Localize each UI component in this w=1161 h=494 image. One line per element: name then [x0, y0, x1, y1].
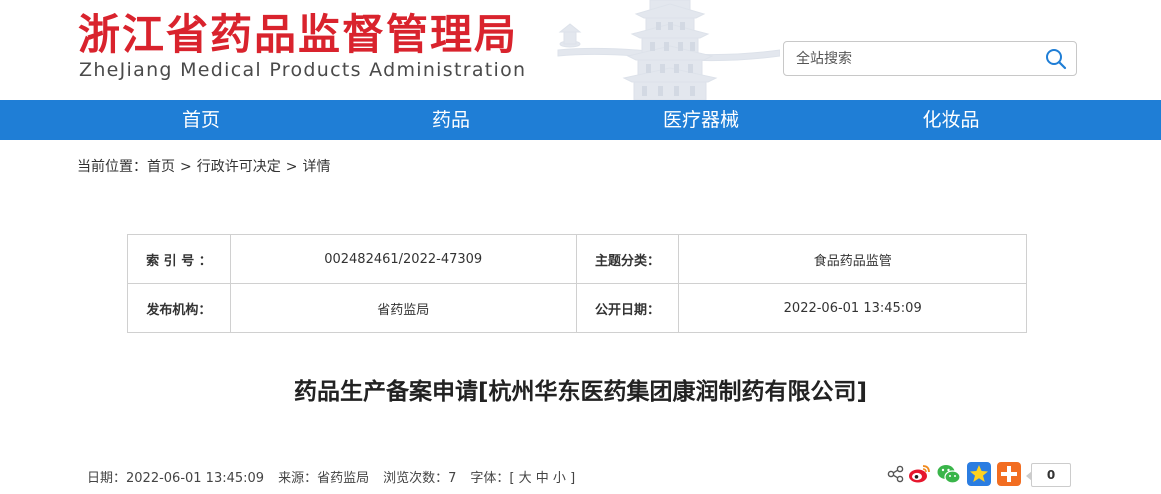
font-size-label-end: ]	[570, 471, 576, 486]
nav-item-drugs[interactable]: 药品	[371, 100, 531, 140]
search-icon[interactable]	[1044, 47, 1068, 71]
font-size-label: 字体：[	[470, 471, 515, 486]
index-number-label: 索 引 号 ：	[127, 234, 231, 284]
breadcrumb-license-link[interactable]: 行政许可决定	[197, 159, 281, 175]
breadcrumb-separator: >	[180, 159, 192, 175]
article-info-bar: 日期：2022-06-01 13:45:09 来源：省药监局 浏览次数：7 字体：[ …	[87, 467, 575, 486]
search-input[interactable]	[796, 49, 1036, 69]
article-title: 药品生产备案申请[杭州华东医药集团康润制药有限公司]	[293, 379, 868, 405]
wechat-icon[interactable]	[936, 461, 962, 487]
nav-item-medical-devices[interactable]: 医疗器械	[621, 100, 781, 140]
breadcrumb-home-link[interactable]: 首页	[147, 159, 175, 175]
topic-label: 主题分类：	[575, 234, 680, 284]
font-size-medium-link[interactable]: 中	[536, 471, 549, 486]
font-size-small-link[interactable]: 小	[553, 471, 566, 486]
qzone-icon[interactable]	[966, 461, 992, 487]
more-icon[interactable]	[996, 461, 1022, 487]
publish-date-label: 公开日期：	[575, 283, 680, 333]
site-header: 浙江省药品监督管理局 ZheJiang Medical Products Adm…	[0, 0, 1161, 100]
metadata-table: 索 引 号 ： 002482461/2022-47309 主题分类： 食品药品监…	[127, 234, 1027, 333]
weibo-icon[interactable]	[906, 461, 932, 487]
site-title-cn[interactable]: 浙江省药品监督管理局	[78, 8, 518, 62]
publisher-value: 省药监局	[229, 283, 577, 333]
article-date: 日期：2022-06-01 13:45:09	[87, 471, 265, 486]
publisher-label: 发布机构：	[127, 283, 231, 333]
topic-value: 食品药品监管	[678, 234, 1027, 284]
nav-item-cosmetics[interactable]: 化妆品	[871, 100, 1031, 140]
metadata-row: 索 引 号 ： 002482461/2022-47309 主题分类： 食品药品监…	[127, 234, 1027, 284]
article-source: 来源：省药监局	[278, 471, 370, 486]
breadcrumb-current: 详情	[302, 159, 331, 175]
share-count-badge: 0	[1026, 463, 1071, 487]
breadcrumb-prefix: 当前位置：	[77, 159, 147, 175]
article-views: 浏览次数：7	[383, 471, 457, 486]
search-box	[783, 41, 1077, 76]
breadcrumb: 当前位置：首页 > 行政许可决定 > 详情	[77, 156, 330, 176]
metadata-row: 发布机构： 省药监局 公开日期： 2022-06-01 13:45:09	[127, 283, 1027, 333]
breadcrumb-separator: >	[285, 159, 298, 175]
index-number-value: 002482461/2022-47309	[229, 234, 577, 284]
main-nav: 首页 药品 医疗器械 化妆品	[0, 100, 1161, 140]
font-size-large-link[interactable]: 大	[519, 471, 532, 486]
publish-date-value: 2022-06-01 13:45:09	[678, 283, 1027, 333]
nav-item-home[interactable]: 首页	[121, 100, 281, 140]
site-title-en[interactable]: ZheJiang Medical Products Administration	[79, 59, 526, 81]
pagoda-illustration	[557, 0, 780, 100]
